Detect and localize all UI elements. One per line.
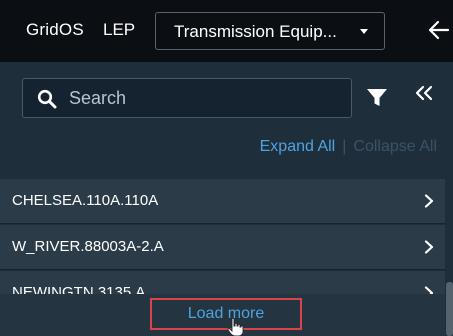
brand-label: GridOS xyxy=(26,20,84,39)
module-label[interactable]: LEP xyxy=(103,20,135,40)
arrow-left-icon[interactable] xyxy=(428,19,450,41)
load-more-area: Load more xyxy=(0,294,445,336)
app-window: GridOS LEP Transmission Equip... Expand … xyxy=(0,0,453,336)
filter-icon[interactable] xyxy=(366,88,388,108)
collapse-all-link[interactable]: Collapse All xyxy=(353,138,437,155)
tree-controls: Expand All | Collapse All xyxy=(260,138,437,156)
chevron-right-icon[interactable] xyxy=(424,240,434,254)
top-bar: GridOS LEP Transmission Equip... xyxy=(0,0,453,62)
equipment-type-dropdown[interactable]: Transmission Equip... xyxy=(155,12,385,50)
equipment-panel: Expand All | Collapse All CHELSEA.110A.110… xyxy=(0,62,453,336)
list-item-label: CHELSEA.110A.110A xyxy=(12,192,159,209)
scrollbar-thumb[interactable] xyxy=(446,282,453,336)
separator: | xyxy=(342,138,347,155)
dropdown-selected-value: Transmission Equip... xyxy=(174,22,337,41)
search-icon xyxy=(37,89,57,109)
list-item-label: W_RIVER.88003A-2.A xyxy=(12,238,164,255)
search-box[interactable] xyxy=(22,78,352,118)
chevron-right-icon[interactable] xyxy=(424,194,434,208)
hand-pointer-cursor-icon xyxy=(227,318,244,336)
list-item[interactable]: CHELSEA.110A.110A xyxy=(0,179,445,224)
expand-all-link[interactable]: Expand All xyxy=(260,138,336,155)
double-chevron-left-icon[interactable] xyxy=(414,82,434,104)
search-input[interactable] xyxy=(69,79,339,117)
list-item[interactable]: W_RIVER.88003A-2.A xyxy=(0,225,445,270)
caret-down-icon xyxy=(360,29,368,34)
